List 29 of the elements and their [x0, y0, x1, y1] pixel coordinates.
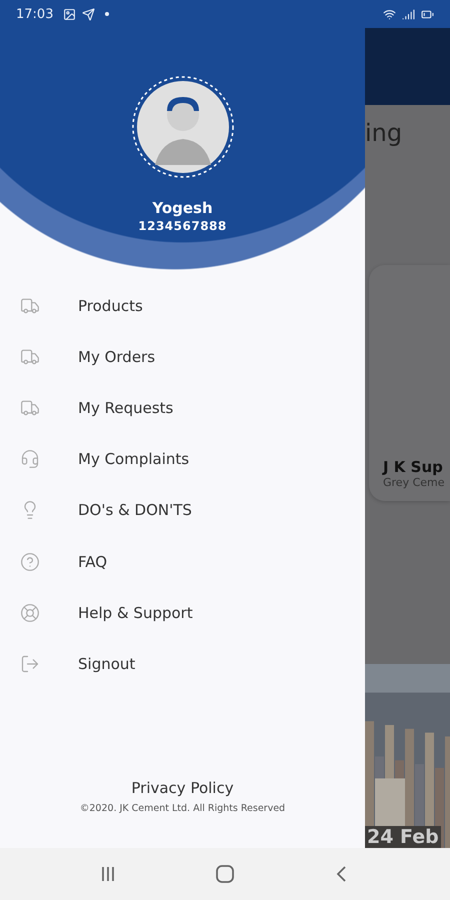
banner-date: 24 Feb	[365, 826, 441, 848]
send-icon	[82, 8, 96, 20]
headset-icon	[20, 449, 40, 470]
user-name: Yogesh	[152, 199, 213, 217]
menu-item[interactable]: DO's & DON'TS	[0, 484, 365, 536]
help-icon	[20, 552, 40, 572]
copyright-text: ©2020. JK Cement Ltd. All Rights Reserved	[80, 803, 286, 814]
status-time: 17:03	[16, 6, 54, 22]
image-icon	[63, 8, 76, 20]
menu-item[interactable]: My Requests	[0, 382, 365, 434]
logout-icon	[20, 654, 40, 674]
menu-item[interactable]: My Complaints	[0, 434, 365, 485]
menu-item[interactable]: FAQ	[0, 536, 365, 588]
wifi-icon	[383, 8, 396, 20]
menu-item[interactable]: My Orders	[0, 331, 365, 382]
avatar-icon	[130, 75, 234, 179]
menu-item[interactable]: Signout	[0, 638, 365, 690]
card-subtitle: Grey Ceme	[383, 476, 446, 489]
notification-dot	[105, 12, 110, 16]
home-button[interactable]	[214, 863, 236, 885]
page-heading: ing	[365, 119, 404, 147]
lifebuoy-icon	[20, 602, 40, 623]
card-title: J K Sup	[383, 458, 444, 476]
signal-icon	[402, 8, 415, 20]
menu-item[interactable]: Help & Support	[0, 587, 365, 638]
battery-icon	[421, 8, 434, 20]
menu-item[interactable]: Products	[0, 280, 365, 332]
privacy-policy-link[interactable]: Privacy Policy	[131, 779, 234, 797]
user-phone: 1234567888	[138, 219, 227, 233]
